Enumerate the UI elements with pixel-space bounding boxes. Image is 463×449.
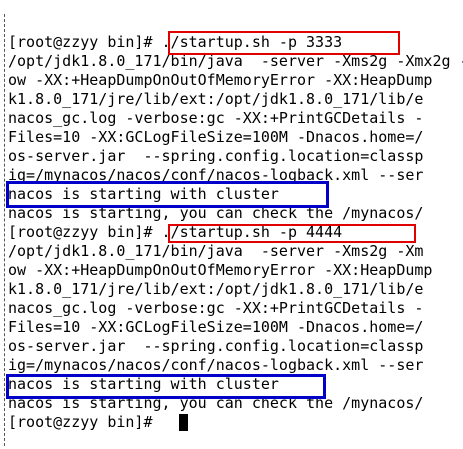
output-line: /opt/jdk1.8.0_171/bin/java -server -Xms2… bbox=[8, 242, 424, 260]
output-line: os-server.jar --spring.config.location=c… bbox=[8, 147, 424, 165]
output-line: Files=10 -XX:GCLogFileSize=100M -Dnacos.… bbox=[8, 128, 424, 146]
output-line: nacos_gc.log -verbose:gc -XX:+PrintGCDet… bbox=[8, 109, 424, 127]
prompt-line-3[interactable]: [root@zzyy bin]# bbox=[8, 413, 162, 432]
output-line: k1.8.0_171/jre/lib/ext:/opt/jdk1.8.0_171… bbox=[8, 90, 424, 108]
output-line: ig=/mynacos/nacos/conf/nacos-logback.xml… bbox=[8, 356, 424, 374]
terminal-left-border bbox=[4, 14, 5, 446]
command-highlight-box-2 bbox=[168, 224, 416, 243]
output-line: ow -XX:+HeapDumpOnOutOfMemoryError -XX:H… bbox=[8, 261, 433, 279]
cluster-highlight-box-1 bbox=[6, 181, 329, 208]
cluster-highlight-box-2 bbox=[6, 374, 326, 399]
output-line: Files=10 -XX:GCLogFileSize=100M -Dnacos.… bbox=[8, 318, 424, 336]
terminal-window[interactable]: [root@zzyy bin]# ./startup.sh -p 3333 /o… bbox=[0, 0, 463, 449]
command-highlight-box-1 bbox=[168, 31, 400, 55]
output-line: nacos_gc.log -verbose:gc -XX:+PrintGCDet… bbox=[8, 299, 424, 317]
output-line: ow -XX:+HeapDumpOnOutOfMemoryError -XX:H… bbox=[8, 71, 433, 89]
terminal-cursor bbox=[179, 414, 188, 431]
output-line: os-server.jar --spring.config.location=c… bbox=[8, 337, 424, 355]
output-line: k1.8.0_171/jre/lib/ext:/opt/jdk1.8.0_171… bbox=[8, 280, 424, 298]
